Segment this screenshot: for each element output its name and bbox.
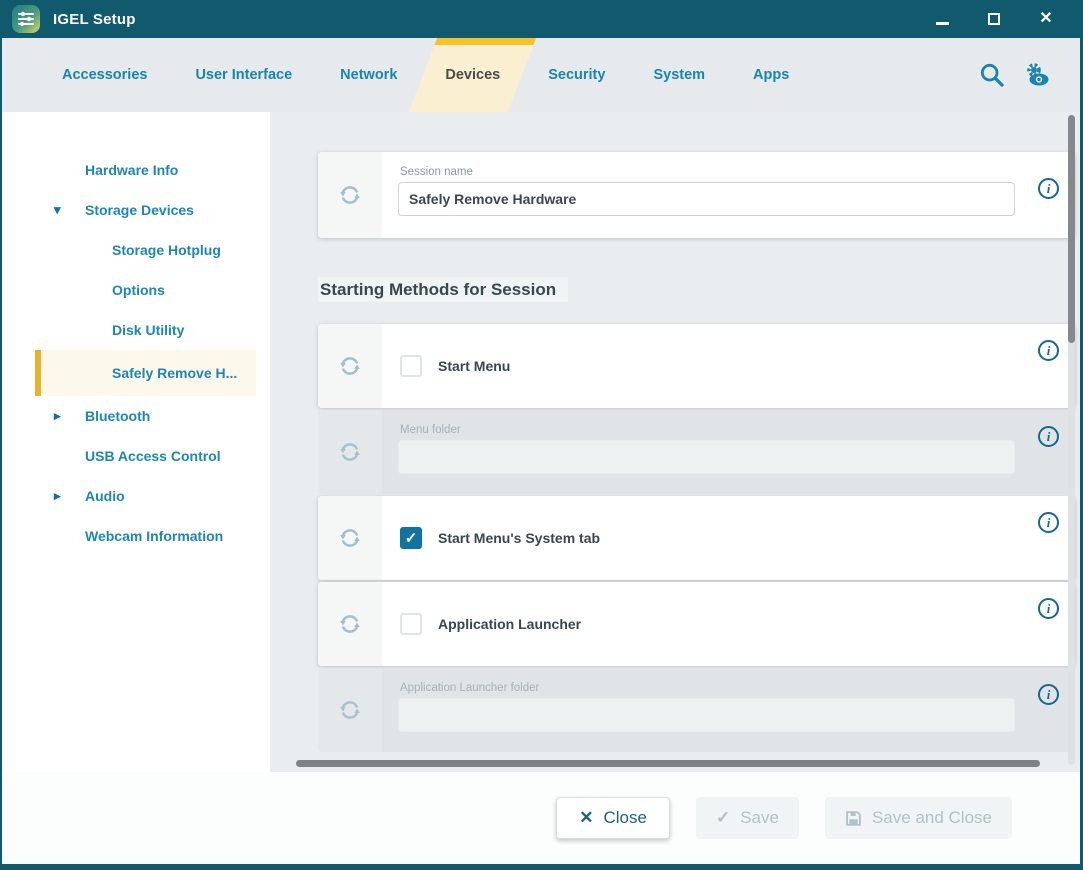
footer-bar: ✕ Close ✓ Save Save and Close — [2, 772, 1080, 864]
info-icon[interactable]: i — [1038, 598, 1059, 619]
check-icon: ✓ — [716, 808, 730, 828]
check-icon: ✓ — [405, 529, 418, 547]
sidebar-item-bluetooth[interactable]: ▸ Bluetooth — [2, 396, 270, 436]
save-button[interactable]: ✓ Save — [696, 797, 799, 839]
info-icon[interactable]: i — [1038, 178, 1059, 199]
start-menu-system-tab-row: ✓ Start Menu's System tab i — [318, 496, 1075, 580]
start-menu-system-tab-checkbox[interactable]: ✓ — [400, 527, 422, 549]
info-icon[interactable]: i — [1038, 340, 1059, 361]
session-name-row: Session name i — [318, 152, 1075, 238]
tab-devices[interactable]: Devices — [421, 38, 524, 112]
vertical-scrollbar-thumb[interactable] — [1068, 115, 1075, 343]
settings-panel: Session name i Starting Methods for Sess… — [270, 112, 1080, 772]
collapse-arrow-icon[interactable]: ▾ — [54, 202, 61, 218]
tab-bar: Accessories User Interface Network Devic… — [2, 38, 1080, 112]
window-controls: ✕ — [934, 11, 1070, 27]
sidebar-item-hardware-info[interactable]: Hardware Info — [2, 150, 270, 190]
expand-arrow-icon[interactable]: ▸ — [54, 408, 61, 424]
application-launcher-row: Application Launcher i — [318, 582, 1075, 666]
sidebar-item-disk-utility[interactable]: Disk Utility — [2, 310, 270, 350]
start-menu-label: Start Menu — [438, 358, 510, 374]
close-window-button[interactable]: ✕ — [1038, 11, 1054, 27]
start-menu-checkbox[interactable] — [400, 355, 422, 377]
start-menu-row: Start Menu i — [318, 324, 1075, 408]
sidebar-item-storage-devices[interactable]: ▾ Storage Devices — [2, 190, 270, 230]
tab-user-interface[interactable]: User Interface — [171, 38, 316, 112]
tab-security[interactable]: Security — [524, 38, 629, 112]
menu-folder-row: Menu folder i — [318, 410, 1075, 494]
gear-eye-icon[interactable] — [1022, 61, 1052, 89]
horizontal-scrollbar[interactable] — [296, 760, 1040, 767]
sidebar-item-audio[interactable]: ▸ Audio — [2, 476, 270, 516]
titlebar: IGEL Setup ✕ — [2, 0, 1080, 38]
info-icon[interactable]: i — [1038, 512, 1059, 533]
maximize-button[interactable] — [986, 11, 1002, 27]
close-icon: ✕ — [579, 808, 593, 828]
sidebar-item-options[interactable]: Options — [2, 270, 270, 310]
reset-parameter-button[interactable] — [318, 410, 382, 494]
start-menu-system-tab-label: Start Menu's System tab — [438, 530, 600, 546]
close-button[interactable]: ✕ Close — [556, 797, 670, 839]
tab-apps[interactable]: Apps — [729, 38, 813, 112]
sidebar-tree: Hardware Info ▾ Storage Devices Storage … — [2, 112, 270, 772]
reset-parameter-button[interactable] — [318, 496, 382, 580]
reset-parameter-button[interactable] — [318, 324, 382, 408]
igel-logo-icon — [12, 5, 40, 33]
sidebar-item-storage-hotplug[interactable]: Storage Hotplug — [2, 230, 270, 270]
tab-accessories[interactable]: Accessories — [38, 38, 171, 112]
sidebar-item-usb-access-control[interactable]: USB Access Control — [2, 436, 270, 476]
sidebar-item-webcam-information[interactable]: Webcam Information — [2, 516, 270, 556]
application-launcher-folder-input — [398, 698, 1015, 732]
application-launcher-checkbox[interactable] — [400, 613, 422, 635]
vertical-scrollbar[interactable] — [1068, 115, 1075, 765]
application-launcher-folder-label: Application Launcher folder — [400, 682, 1015, 694]
save-and-close-button[interactable]: Save and Close — [825, 797, 1012, 839]
search-icon[interactable] — [978, 61, 1006, 89]
reset-parameter-button[interactable] — [318, 668, 382, 752]
session-name-label: Session name — [400, 166, 1015, 178]
floppy-icon — [845, 810, 862, 827]
window-title: IGEL Setup — [53, 11, 136, 28]
info-icon[interactable]: i — [1038, 426, 1059, 447]
section-heading: Starting Methods for Session — [318, 280, 1080, 300]
menu-folder-label: Menu folder — [400, 424, 1015, 436]
application-launcher-label: Application Launcher — [438, 616, 581, 632]
igel-setup-window: IGEL Setup ✕ Accessories User Interface … — [0, 0, 1083, 870]
application-launcher-folder-row: Application Launcher folder i — [318, 668, 1075, 752]
info-icon[interactable]: i — [1038, 684, 1059, 705]
expand-arrow-icon[interactable]: ▸ — [54, 488, 61, 504]
session-name-input[interactable] — [398, 182, 1015, 216]
menu-folder-input — [398, 440, 1015, 474]
minimize-button[interactable] — [934, 11, 950, 27]
reset-parameter-button[interactable] — [318, 152, 382, 238]
reset-parameter-button[interactable] — [318, 582, 382, 666]
sidebar-item-safely-remove-hardware[interactable]: Safely Remove H... — [35, 350, 256, 396]
tab-system[interactable]: System — [629, 38, 729, 112]
tab-network[interactable]: Network — [316, 38, 421, 112]
